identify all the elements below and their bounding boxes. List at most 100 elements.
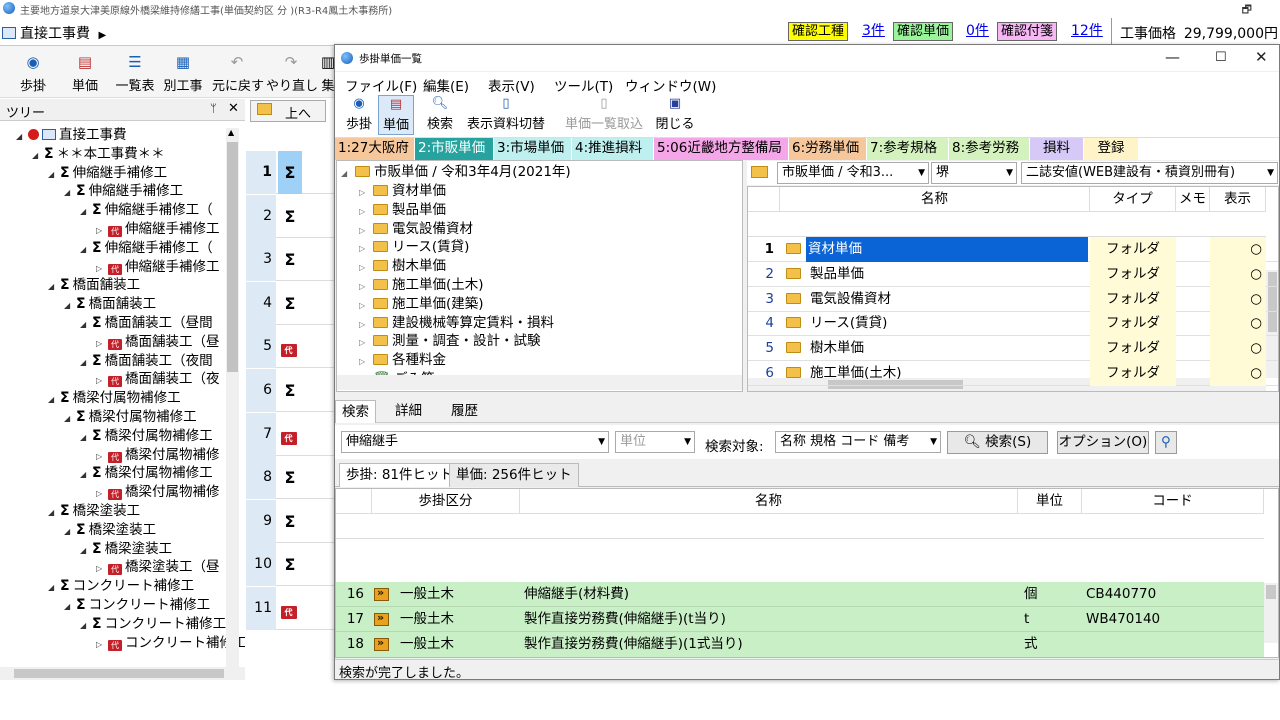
collapsed-arrow-icon[interactable]: ▷ — [96, 221, 108, 240]
tree-node[interactable]: ◢ Σ 伸縮継手補修工（ — [80, 201, 213, 220]
expanded-arrow-icon[interactable]: ◢ — [64, 183, 76, 202]
tree-node[interactable]: ◢ Σ コンクリート補修工 — [48, 577, 194, 596]
grid-row[interactable]: 2Σ — [246, 194, 336, 238]
link-check-unit-price-count[interactable]: 0件 — [966, 22, 989, 41]
folder-show-flag[interactable]: ○ — [1210, 237, 1266, 262]
show-column-header[interactable]: 表示 — [1210, 187, 1266, 212]
toolbar-tanka-button[interactable]: ▤ 単価 — [62, 48, 108, 96]
tab-search[interactable]: 検索 — [335, 400, 376, 423]
tree-node[interactable]: ▷ 代橋梁付属物補修 — [96, 483, 220, 502]
result-row[interactable]: 18 一般土木 製作直接労務費(伸縮継手)(1式当り) 式 — [336, 631, 1264, 657]
collapsed-arrow-icon[interactable]: ▷ — [359, 239, 373, 258]
menu-window[interactable]: ウィンドウ(W) — [625, 75, 716, 95]
expanded-arrow-icon[interactable]: ◢ — [48, 277, 60, 296]
collapsed-arrow-icon[interactable]: ▷ — [96, 447, 108, 466]
price-source-tab[interactable]: 6:労務単価 — [789, 138, 867, 160]
folder-tree-item[interactable]: ▷ 資材単価 — [359, 182, 446, 201]
collapsed-arrow-icon[interactable]: ▷ — [96, 559, 108, 578]
toolbar-redo-button[interactable]: ↷ やり直し — [266, 48, 318, 96]
type-column-header[interactable]: タイプ — [1090, 187, 1176, 212]
price-source-tab[interactable]: 1:27大阪府 — [335, 138, 415, 160]
maximize-icon[interactable]: ☐ — [1215, 50, 1227, 65]
expanded-arrow-icon[interactable]: ◢ — [48, 503, 60, 522]
pin-icon[interactable]: ᛘ — [210, 102, 217, 115]
menu-file[interactable]: ファイル(F) — [345, 75, 417, 95]
link-check-sticky-note-count[interactable]: 12件 — [1071, 22, 1103, 41]
expanded-arrow-icon[interactable]: ◢ — [32, 146, 44, 165]
link-check-work-type-count[interactable]: 3件 — [862, 22, 885, 41]
expanded-arrow-icon[interactable]: ◢ — [80, 315, 92, 334]
tree-node[interactable]: ◢ Σ 橋面舗装工 — [48, 276, 140, 295]
tree-node[interactable]: ▷ 代橋面舗装工（昼 — [96, 333, 220, 352]
tree-scroll-thumb[interactable] — [227, 142, 238, 372]
tree-node[interactable]: ◢ 直接工事費 — [16, 126, 127, 145]
tree-node[interactable]: ▷ 代コンクリート補修工 — [96, 634, 245, 653]
tree-horizontal-scrollbar[interactable] — [0, 667, 245, 680]
child-toolbar-hokake-button[interactable]: ◉ 歩掛 — [343, 95, 375, 135]
price-source-tab[interactable]: 7:参考規格 — [867, 138, 949, 160]
grid-row[interactable]: 4Σ — [246, 281, 336, 325]
folder-tree-item[interactable]: ▷ 電気設備資材 — [359, 220, 473, 239]
folder-show-flag[interactable]: ○ — [1210, 336, 1266, 362]
folder-list-row[interactable]: 5 樹木単価 フォルダ ○ — [748, 336, 1278, 362]
folder-tree-root[interactable]: ◢ 市販単価 / 令和3年4月(2021年) — [341, 163, 571, 182]
folder-show-flag[interactable]: ○ — [1210, 286, 1266, 312]
tree-node[interactable]: ◢ Σ 橋面舗装工（昼間 — [80, 314, 213, 333]
tree-node[interactable]: ◢ Σ 橋梁付属物補修工 — [80, 427, 213, 446]
folder-tree-item[interactable]: ▷ 製品単価 — [359, 201, 446, 220]
category-column-header[interactable]: 歩掛区分 — [372, 489, 520, 514]
price-source-select[interactable]: 二誌安値(WEB建設有・積資別冊有) ▼ — [1021, 162, 1278, 184]
tree-node[interactable]: ▷ 代伸縮継手補修工 — [96, 258, 220, 277]
folder-list-row[interactable]: 4 リース(賃貸) フォルダ ○ — [748, 311, 1278, 337]
grid-row[interactable]: 10 Σ — [246, 543, 336, 587]
price-source-tab[interactable]: 8:参考労務 — [949, 138, 1030, 160]
collapsed-arrow-icon[interactable]: ▷ — [359, 315, 373, 334]
child-toolbar-tanka-button[interactable]: ▤ 単価 — [378, 95, 414, 135]
result-row[interactable]: 17 一般土木 製作直接労務費(伸縮継手)(t当り) t WB470140 — [336, 606, 1264, 632]
price-source-tab[interactable]: 4:推進損料 — [572, 138, 654, 160]
result-vscroll-thumb[interactable] — [1266, 585, 1276, 599]
toolbar-undo-button[interactable]: ↶ 元に戻す — [212, 48, 264, 96]
grid-row[interactable]: 3Σ — [246, 238, 336, 282]
tree-node[interactable]: ◢ Σ 橋梁塗装工 — [80, 540, 172, 559]
collapsed-arrow-icon[interactable]: ▷ — [359, 277, 373, 296]
expanded-arrow-icon[interactable]: ◢ — [80, 616, 92, 635]
close-icon[interactable]: ✕ — [1255, 48, 1268, 66]
price-source-tab[interactable]: 2:市販単価 — [415, 138, 494, 160]
tab-history[interactable]: 履歴 — [445, 400, 484, 423]
tree-vertical-scrollbar[interactable]: ▲ — [226, 128, 239, 667]
search-keyword-input[interactable]: 伸縮継手 ▼ — [341, 431, 609, 453]
collapsed-arrow-icon[interactable]: ▷ — [359, 352, 373, 371]
expanded-arrow-icon[interactable]: ◢ — [48, 165, 60, 184]
grid-row[interactable]: 7代 — [246, 412, 336, 456]
child-toolbar-close-button[interactable]: ▣ 閉じる — [655, 95, 695, 135]
collapsed-arrow-icon[interactable]: ▷ — [96, 371, 108, 390]
tree-node[interactable]: ▷ 代橋梁付属物補修 — [96, 446, 220, 465]
option-button[interactable]: オプション(O) — [1057, 431, 1149, 454]
tree-node[interactable]: ◢ Σ 橋梁付属物補修工 — [48, 389, 181, 408]
close-icon[interactable]: ✕ — [228, 101, 239, 116]
folder-tree-hscrollbar[interactable] — [337, 375, 742, 390]
expanded-arrow-icon[interactable]: ◢ — [80, 428, 92, 447]
result-row[interactable]: 16 一般土木 伸縮継手(材料費) 個 CB440770 — [336, 582, 1264, 607]
collapsed-arrow-icon[interactable]: ▷ — [359, 221, 373, 240]
tree-node[interactable]: ▷ 代伸縮継手補修工 — [96, 220, 220, 239]
folder-tree-item[interactable]: ▷ 施工単価(土木) — [359, 276, 484, 295]
document-selector[interactable]: 直接工事費 ▶ — [2, 23, 106, 43]
code-column-header[interactable]: コード — [1082, 489, 1264, 514]
name-column-header[interactable]: 名称 — [520, 489, 1018, 514]
folder-up-icon[interactable] — [751, 166, 768, 178]
menu-tools[interactable]: ツール(T) — [554, 75, 613, 95]
memo-column-header[interactable]: メモ — [1176, 187, 1210, 212]
child-toolbar-switch-data-button[interactable]: ▯ 表示資料切替 — [463, 95, 549, 135]
tree-hscroll-thumb[interactable] — [14, 669, 224, 678]
search-button[interactable]: 🔍︎ 検索(S) — [947, 431, 1048, 454]
menu-view[interactable]: 表示(V) — [488, 75, 535, 95]
folder-list-row[interactable]: 1 資材単価 フォルダ ○ — [748, 237, 1278, 262]
grid-row[interactable]: 11 代 — [246, 587, 336, 630]
collapsed-arrow-icon[interactable]: ▷ — [359, 296, 373, 315]
up-button[interactable]: 上へ — [250, 100, 326, 122]
collapsed-arrow-icon[interactable]: ▷ — [96, 259, 108, 278]
tab-result-hokake[interactable]: 歩掛: 81件ヒット — [339, 463, 461, 487]
result-row[interactable]: 19 一般土木 橋梁用伸縮継手装置設置工[市場単価] m WB811610 — [336, 656, 1264, 657]
